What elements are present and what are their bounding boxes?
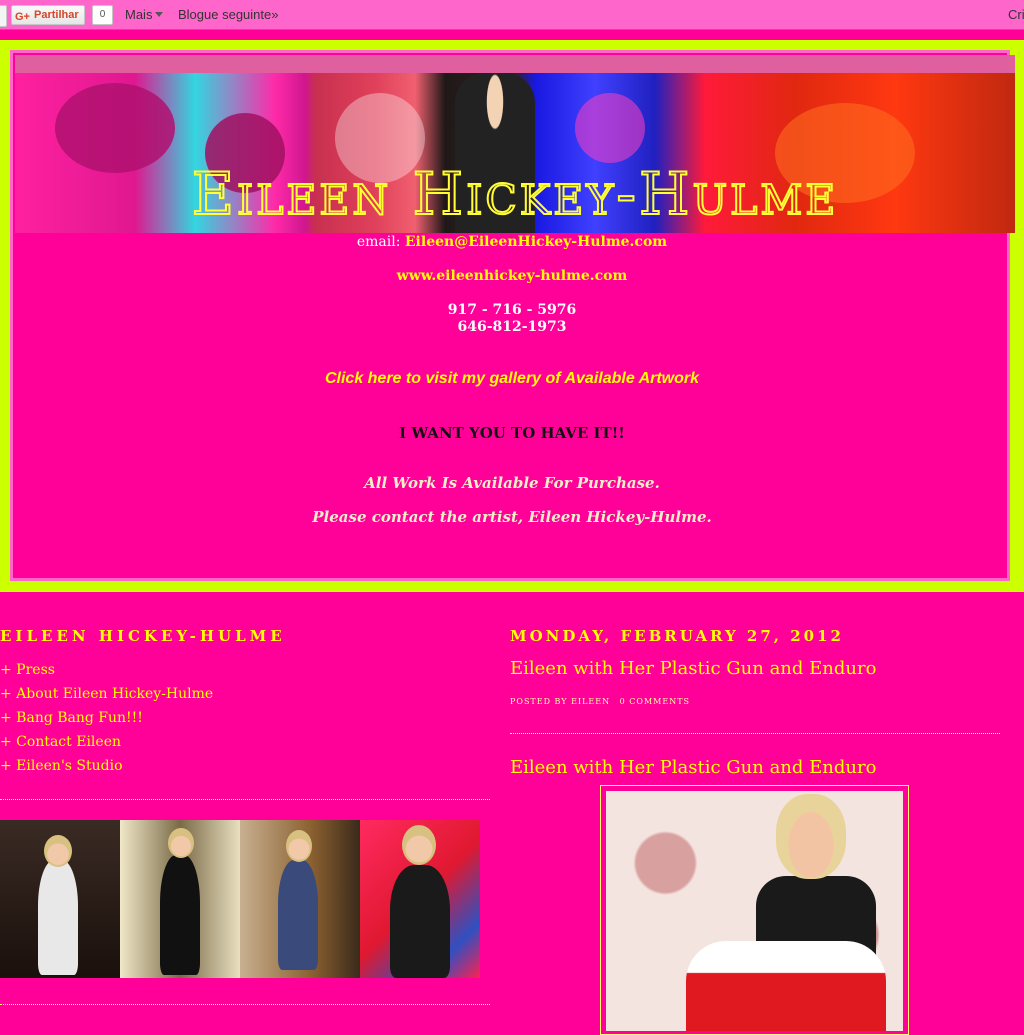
want-you-heading: I WANT YOU TO HAVE IT!! xyxy=(399,424,625,442)
post-image-head xyxy=(776,794,846,879)
sidebar-divider-2 xyxy=(0,1004,490,1005)
chevron-down-icon xyxy=(155,12,164,17)
sidebar-photo-3[interactable] xyxy=(240,820,360,978)
sidebar-divider xyxy=(0,799,490,800)
phone-number-2: 646-812-1973 xyxy=(457,319,567,335)
share-label: Partilhar xyxy=(34,9,79,21)
phone-number-1: 917 - 716 - 5976 xyxy=(447,302,577,318)
next-blog-link[interactable]: Blogue seguinte» xyxy=(178,7,278,22)
available-for-purchase-text: All Work Is Available For Purchase. xyxy=(364,474,660,492)
navbar-left-button[interactable] xyxy=(0,5,7,27)
sidebar-photo-2[interactable] xyxy=(120,820,240,978)
sidebar-link-press[interactable]: + Press xyxy=(0,661,213,685)
post-meta: POSTED BY EILEEN 0 COMMENTS xyxy=(510,697,696,706)
sidebar-link-studio[interactable]: + Eileen's Studio xyxy=(0,757,213,781)
post-comments-link[interactable]: 0 COMMENTS xyxy=(620,697,690,706)
post-body-title: Eileen with Her Plastic Gun and Enduro xyxy=(510,757,877,778)
post-image-frame xyxy=(600,785,909,1035)
blogger-navbar: G+ Partilhar 0 Mais Blogue seguinte» Cri xyxy=(0,0,1024,30)
post-author[interactable]: POSTED BY EILEEN xyxy=(510,697,610,706)
gallery-link[interactable]: Click here to visit my gallery of Availa… xyxy=(0,370,1024,388)
email-prefix: email: xyxy=(356,234,405,250)
share-count: 0 xyxy=(92,5,113,25)
header-banner-image[interactable]: Eileen Hickey-Hulme xyxy=(15,73,1015,233)
post-image-motorbike xyxy=(686,941,886,1031)
sidebar-links: + Press + About Eileen Hickey-Hulme + Ba… xyxy=(0,661,213,781)
banner-title: Eileen Hickey-Hulme xyxy=(191,159,839,229)
sidebar-photo-4[interactable] xyxy=(360,820,480,978)
share-button[interactable]: G+ Partilhar xyxy=(11,5,85,25)
sidebar-link-about[interactable]: + About Eileen Hickey-Hulme xyxy=(0,685,213,709)
header-top-strip xyxy=(15,55,1015,73)
website-link[interactable]: www.eileenhickey-hulme.com xyxy=(0,268,1024,284)
sidebar-link-contact[interactable]: + Contact Eileen xyxy=(0,733,213,757)
sidebar-photo-1[interactable] xyxy=(0,820,120,978)
more-menu-button[interactable]: Mais xyxy=(125,7,164,22)
google-plus-icon: G+ xyxy=(15,11,30,23)
post-date-header: MONDAY, FEBRUARY 27, 2012 xyxy=(510,627,844,645)
email-line: email: Eileen@EileenHickey-Hulme.com xyxy=(0,234,1024,250)
sidebar-link-bang-bang-fun[interactable]: + Bang Bang Fun!!! xyxy=(0,709,213,733)
sidebar-title: EILEEN HICKEY-HULME xyxy=(0,627,286,645)
post-divider xyxy=(510,733,1000,734)
sidebar-photo-strip[interactable] xyxy=(0,820,480,978)
post-title-link[interactable]: Eileen with Her Plastic Gun and Enduro xyxy=(510,658,876,679)
create-blog-link[interactable]: Cri xyxy=(1008,7,1024,22)
email-link[interactable]: Eileen@EileenHickey-Hulme.com xyxy=(405,234,667,250)
more-label: Mais xyxy=(125,7,153,22)
contact-artist-text: Please contact the artist, Eileen Hickey… xyxy=(312,508,712,526)
post-image[interactable] xyxy=(606,791,903,1031)
